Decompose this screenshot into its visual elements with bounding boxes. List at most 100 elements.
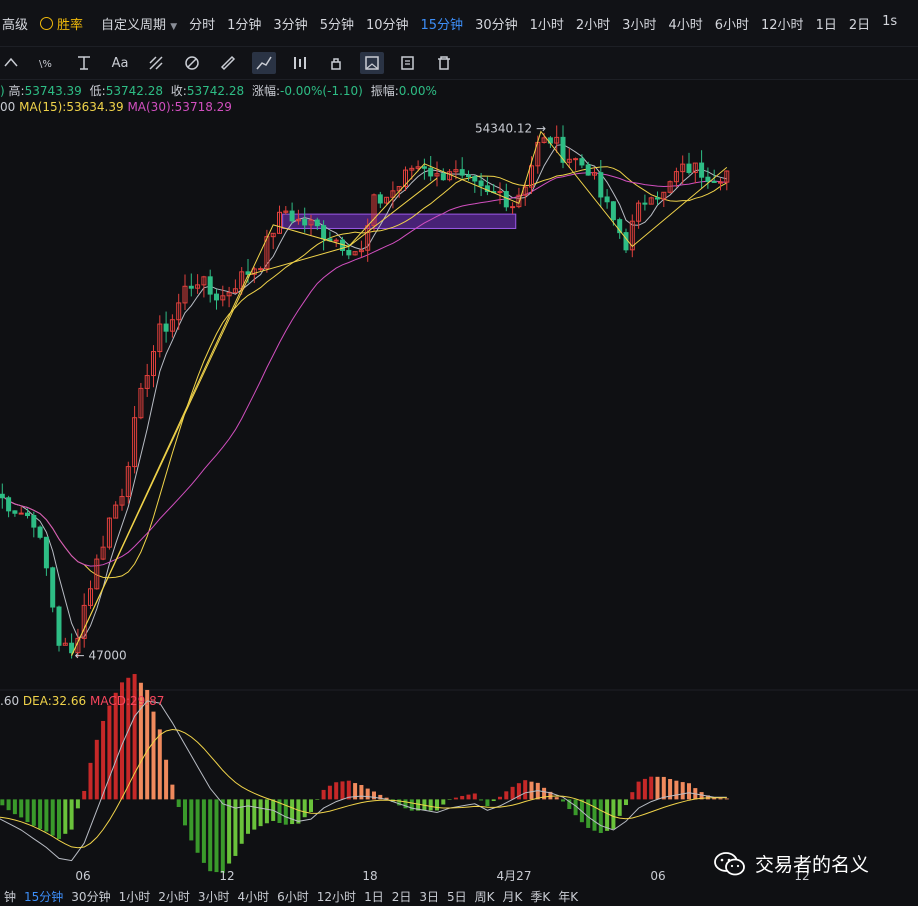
bottom-period-bar: 钟 15分钟 30分钟 1小时 2小时 3小时 4小时 6小时 12小时 1日 2日 3日 5日 周K 月K… xyxy=(0,886,918,906)
text-tool-icon[interactable] xyxy=(72,52,96,74)
macd-histogram-bar xyxy=(510,786,515,800)
candle-body xyxy=(25,512,30,517)
period-tab[interactable]: 15分钟 xyxy=(415,14,470,33)
period-tab[interactable]: 12小时 xyxy=(755,14,810,33)
macd-histogram-bar xyxy=(164,759,169,800)
lock-tool-icon[interactable] xyxy=(324,52,348,74)
bottom-period-tab[interactable]: 12小时 xyxy=(313,888,360,905)
bottom-period-tab[interactable]: 1小时 xyxy=(115,888,155,905)
pattern-tool-icon[interactable] xyxy=(144,52,168,74)
ruler-tool-icon[interactable] xyxy=(216,52,240,74)
bottom-period-tab[interactable]: 30分钟 xyxy=(67,888,114,905)
period-tab[interactable]: 30分钟 xyxy=(469,14,524,33)
winrate-button[interactable]: 胜率 xyxy=(40,14,83,33)
period-tab[interactable]: 2日 xyxy=(843,14,876,33)
macd-histogram-bar xyxy=(491,799,496,802)
price-chart[interactable]: 54340.12 →← 4700006 12 18 4月27 06 12 xyxy=(0,80,918,886)
period-tab[interactable]: 5分钟 xyxy=(314,14,360,33)
period-tab[interactable]: 10分钟 xyxy=(360,14,415,33)
bottom-period-tab[interactable]: 6小时 xyxy=(273,888,313,905)
bottom-period-tab[interactable]: 钟 xyxy=(0,888,20,905)
shape-tool-icon[interactable] xyxy=(180,52,204,74)
candle-body xyxy=(346,249,352,256)
candle-body xyxy=(579,158,585,166)
candle-body xyxy=(421,166,427,169)
macd-histogram-bar xyxy=(655,776,660,800)
macd-histogram-bar xyxy=(264,799,269,824)
candle-body xyxy=(440,173,446,181)
macd-histogram-bar xyxy=(214,799,219,873)
macd-histogram-bar xyxy=(239,799,244,844)
candle-body xyxy=(6,497,12,512)
chevron-down-icon: ▼ xyxy=(170,21,178,32)
macd-histogram-bar xyxy=(220,799,225,873)
bottom-period-tab[interactable]: 周K xyxy=(471,888,499,905)
candle-body xyxy=(610,201,616,221)
font-tool-icon[interactable]: Aa xyxy=(108,52,132,74)
macd-histogram-bar xyxy=(302,799,307,818)
dea-value: DEA:32.66 xyxy=(22,694,87,708)
candle-body xyxy=(503,191,509,208)
period-tab[interactable]: 4小时 xyxy=(662,14,708,33)
box-tool-icon[interactable] xyxy=(360,52,384,74)
macd-histogram-bar xyxy=(195,799,200,853)
trash-icon[interactable] xyxy=(432,52,456,74)
macd-histogram-bar xyxy=(63,799,68,834)
bottom-period-tab[interactable]: 4小时 xyxy=(234,888,274,905)
macd-histogram-bar xyxy=(372,791,376,800)
macd-histogram-bar xyxy=(479,799,484,801)
period-tab[interactable]: 1小时 xyxy=(524,14,570,33)
trend-tool-icon[interactable] xyxy=(252,52,276,74)
macd-histogram-bar xyxy=(258,799,263,827)
period-tab[interactable]: 1分钟 xyxy=(221,14,267,33)
macd-histogram-bar xyxy=(340,781,345,800)
macd-histogram-bar xyxy=(718,798,723,800)
line-tool-icon[interactable] xyxy=(0,52,24,74)
period-tab[interactable]: 3小时 xyxy=(616,14,662,33)
fib-tool-icon[interactable]: \% xyxy=(36,52,60,74)
candle-body xyxy=(604,196,610,203)
period-tab[interactable]: 1s xyxy=(876,14,903,33)
macd-histogram-bar xyxy=(132,674,137,800)
candle-body xyxy=(497,191,503,194)
macd-histogram-bar xyxy=(82,790,87,800)
macd-histogram-bar xyxy=(611,799,616,830)
bottom-period-tab[interactable]: 1日 xyxy=(360,888,388,905)
period-tab[interactable]: 2小时 xyxy=(570,14,616,33)
macd-histogram-bar xyxy=(75,799,80,809)
period-tab[interactable]: 1日 xyxy=(810,14,843,33)
low-annotation: ← 47000 xyxy=(75,649,127,663)
candle-body xyxy=(655,197,660,200)
macd-histogram-bar xyxy=(630,792,635,800)
candle-body xyxy=(642,202,648,205)
macd-histogram-bar xyxy=(57,799,61,839)
bars-tool-icon[interactable] xyxy=(288,52,312,74)
bottom-period-tab[interactable]: 月K xyxy=(499,888,527,905)
macd-histogram-bar xyxy=(617,799,622,816)
bottom-period-tab[interactable]: 3日 xyxy=(415,888,443,905)
period-tab[interactable]: 6小时 xyxy=(709,14,755,33)
bottom-period-tab[interactable]: 季K xyxy=(526,888,554,905)
bottom-period-tab[interactable]: 2小时 xyxy=(154,888,194,905)
period-tab[interactable]: 3分钟 xyxy=(267,14,313,33)
period-tab[interactable]: 分时 xyxy=(183,14,221,33)
bottom-period-tab[interactable]: 2日 xyxy=(388,888,416,905)
custom-period-dropdown[interactable]: 自定义周期 ▼ xyxy=(95,14,183,33)
macd-histogram-bar xyxy=(435,799,439,811)
macd-histogram-bar xyxy=(428,799,433,811)
bottom-period-tab[interactable]: 3小时 xyxy=(194,888,234,905)
note-tool-icon[interactable] xyxy=(396,52,420,74)
macd-histogram-bar xyxy=(327,785,332,800)
macd-histogram-bar xyxy=(687,783,691,800)
bottom-period-tab[interactable]: 5日 xyxy=(443,888,471,905)
macd-histogram-bar xyxy=(561,799,565,802)
bottom-period-tab[interactable]: 年K xyxy=(554,888,582,905)
macd-histogram-bar xyxy=(674,780,679,800)
candle-body xyxy=(377,194,383,204)
candle-body xyxy=(466,174,471,178)
advanced-button[interactable]: 高级 xyxy=(0,14,34,33)
bottom-period-tab[interactable]: 15分钟 xyxy=(20,888,67,905)
macd-histogram-bar xyxy=(309,799,313,813)
candle-body xyxy=(718,181,723,184)
candle-body xyxy=(0,493,5,499)
